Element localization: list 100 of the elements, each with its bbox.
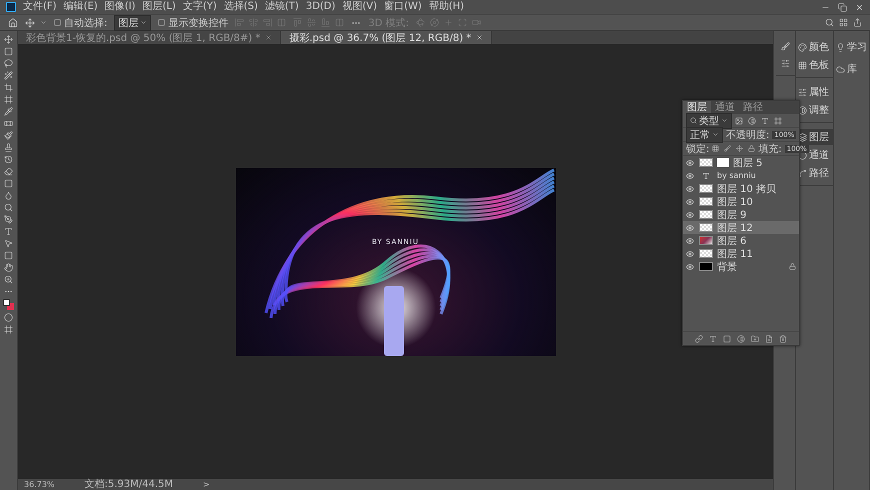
layer-name: 图层 5 xyxy=(733,156,763,170)
transform-controls-checkbox[interactable]: 显示变换控件 xyxy=(158,16,228,30)
adjustment-icon[interactable] xyxy=(737,334,745,342)
lasso-icon[interactable] xyxy=(4,59,13,68)
type-filter-icon[interactable] xyxy=(761,116,769,124)
layer-row[interactable]: by sanniu xyxy=(683,169,799,182)
menu-item[interactable]: 图像(I) xyxy=(104,1,136,13)
color-swatches-icon[interactable] xyxy=(3,299,14,310)
home-icon[interactable] xyxy=(8,18,18,28)
close-icon[interactable] xyxy=(265,34,272,41)
frame-icon[interactable] xyxy=(4,95,13,104)
lock-pixels-icon[interactable] xyxy=(712,145,720,152)
visibility-eye-icon[interactable] xyxy=(686,184,695,192)
panel-dock-item[interactable]: 色板 xyxy=(796,57,833,73)
lock-paint-icon[interactable] xyxy=(724,145,732,152)
layer-row[interactable]: 图层 11 xyxy=(683,247,799,260)
panel-dock-item[interactable]: 调整 xyxy=(796,102,833,118)
crop-icon[interactable] xyxy=(4,83,13,92)
hand-icon[interactable] xyxy=(4,263,13,272)
menu-item[interactable]: 3D(D) xyxy=(306,1,336,13)
opacity-label: 不透明度: xyxy=(726,128,770,142)
panel-tab[interactable]: 路径 xyxy=(739,101,767,114)
new-group-icon[interactable] xyxy=(751,334,759,342)
lock-position-icon[interactable] xyxy=(736,145,744,152)
workspace-icon[interactable] xyxy=(839,18,848,27)
menu-item[interactable]: 选择(S) xyxy=(224,1,258,13)
brush-icon[interactable] xyxy=(4,131,13,140)
visibility-eye-icon[interactable] xyxy=(686,158,695,166)
history-brush-icon[interactable] xyxy=(4,155,13,164)
panel-tab[interactable]: 图层 xyxy=(683,101,711,114)
share-icon[interactable] xyxy=(853,18,862,27)
panel-dock-item[interactable]: 库 xyxy=(834,61,869,77)
sliders-icon[interactable] xyxy=(781,59,790,68)
eyedropper-icon[interactable] xyxy=(4,107,13,116)
menu-item[interactable]: 滤镜(T) xyxy=(264,1,299,13)
move-icon[interactable] xyxy=(25,18,35,28)
panel-icon xyxy=(798,88,807,96)
visibility-eye-icon[interactable] xyxy=(686,210,695,218)
menu-item[interactable]: 编辑(E) xyxy=(64,1,98,13)
wand-icon[interactable] xyxy=(4,71,13,80)
restore-icon[interactable] xyxy=(838,2,847,12)
layer-name: by sanniu xyxy=(717,171,756,180)
blend-mode-dropdown[interactable]: 正常 xyxy=(686,126,723,142)
layer-name: 图层 10 xyxy=(717,196,753,208)
panel-dock-item[interactable]: 学习 xyxy=(834,39,869,55)
layer-name: 图层 9 xyxy=(717,208,747,222)
brush-settings-icon[interactable] xyxy=(781,42,790,51)
rectangle-icon[interactable] xyxy=(4,251,13,260)
menu-item[interactable]: 文字(Y) xyxy=(182,1,217,13)
visibility-eye-icon[interactable] xyxy=(686,236,695,244)
type-tool-icon[interactable] xyxy=(4,227,13,236)
panel-icon xyxy=(798,42,807,52)
document-tab[interactable]: 摄彩.psd @ 36.7% (图层 12, RGB/8) * xyxy=(281,31,492,44)
app-logo xyxy=(6,2,16,12)
eraser-icon[interactable] xyxy=(4,167,13,176)
layer-row[interactable]: 背景 xyxy=(683,260,799,273)
delete-icon[interactable] xyxy=(779,334,787,342)
layer-row[interactable]: 图层 12 xyxy=(683,221,799,234)
zoom-level: 36.73% xyxy=(24,479,55,490)
pixel-filter-icon[interactable] xyxy=(735,116,743,124)
menu-item[interactable]: 图层(L) xyxy=(142,1,176,13)
search-icon[interactable] xyxy=(825,18,834,27)
visibility-eye-icon[interactable] xyxy=(686,172,695,180)
panel-tab[interactable]: 通道 xyxy=(711,101,739,114)
layer-row[interactable]: 图层 6 xyxy=(683,234,799,247)
layer-row[interactable]: 图层 5 xyxy=(683,156,799,169)
visibility-eye-icon[interactable] xyxy=(686,250,695,258)
panel-dock-item[interactable]: 颜色 xyxy=(796,39,833,55)
new-layer-icon[interactable] xyxy=(765,334,773,342)
menu-item[interactable]: 帮助(H) xyxy=(428,1,464,13)
visibility-eye-icon[interactable] xyxy=(686,198,695,206)
droplet-icon[interactable] xyxy=(4,191,13,200)
bandage-icon[interactable] xyxy=(4,119,13,128)
caret-icon xyxy=(140,19,148,26)
auto-select-checkbox[interactable]: 自动选择: xyxy=(54,16,108,30)
status-arrow[interactable]: > xyxy=(203,479,210,490)
visibility-eye-icon[interactable] xyxy=(686,262,695,270)
shape-filter-icon[interactable] xyxy=(774,116,782,124)
fill-label: 填充: xyxy=(758,142,782,156)
pointer-icon[interactable] xyxy=(4,239,13,248)
panel-dock-item[interactable]: 属性 xyxy=(796,84,833,100)
layer-name: 图层 6 xyxy=(717,234,747,248)
search-icon xyxy=(690,117,697,124)
caret-icon[interactable] xyxy=(40,19,47,26)
menu-item[interactable]: 窗口(W) xyxy=(384,1,422,13)
layer-row[interactable]: 图层 9 xyxy=(683,208,799,221)
menu-item[interactable]: 视图(V) xyxy=(342,1,378,13)
marquee-icon[interactable] xyxy=(4,47,13,56)
stamp-icon[interactable] xyxy=(4,143,13,152)
lock-all-icon[interactable] xyxy=(748,145,756,152)
link-icon[interactable] xyxy=(695,334,703,342)
visibility-eye-icon[interactable] xyxy=(686,224,695,232)
pen-icon[interactable] xyxy=(4,215,13,224)
move-icon[interactable] xyxy=(4,35,13,44)
layer-row[interactable]: 图层 10 xyxy=(683,195,799,208)
adjustment-filter-icon[interactable] xyxy=(748,116,756,124)
layer-row[interactable]: 图层 10 拷贝 xyxy=(683,182,799,195)
zoom-icon[interactable] xyxy=(4,275,13,284)
menu-item[interactable]: 文件(F) xyxy=(23,1,57,13)
target-dropdown[interactable]: 图层 xyxy=(114,14,152,30)
